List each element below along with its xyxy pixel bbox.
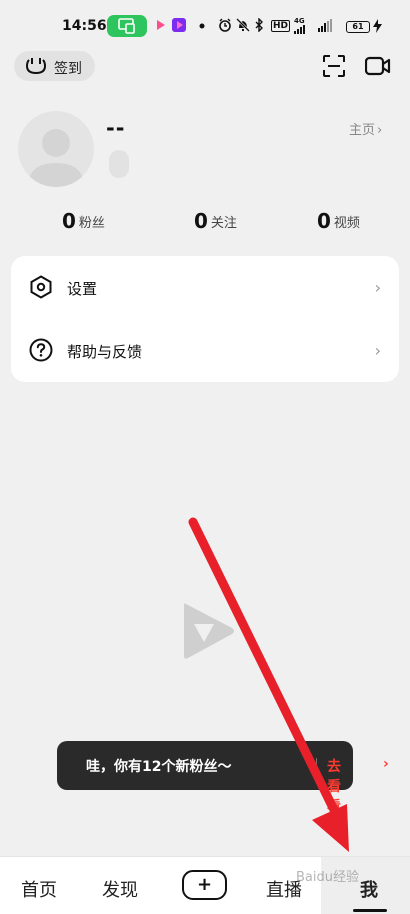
nav-me[interactable]: 我 — [360, 876, 378, 902]
new-followers-toast[interactable]: 哇，你有12个新粉丝～ 去看看 › — [57, 741, 389, 815]
stat-following[interactable]: 0 关注 — [194, 209, 237, 233]
app-notification-icon — [172, 18, 186, 32]
chevron-right-icon: › — [383, 756, 389, 772]
toast-action-link[interactable]: 去看看 — [327, 756, 353, 816]
signal-2-icon — [318, 19, 332, 32]
signin-icon — [25, 58, 47, 75]
screen-cast-indicator — [107, 15, 147, 37]
following-label: 关注 — [210, 215, 237, 231]
chevron-right-icon: › — [377, 123, 383, 138]
menu-card: 设置 › 帮助与反馈 › — [11, 256, 399, 382]
menu-item-settings[interactable]: 设置 › — [11, 256, 399, 319]
chevron-right-icon: › — [374, 341, 381, 360]
homepage-link[interactable]: 主页 › — [349, 119, 382, 138]
signal-icon — [294, 25, 305, 34]
scan-icon[interactable] — [322, 54, 346, 78]
bottom-nav: 首页 发现 + 直播 我 — [0, 856, 410, 914]
status-bar: 14:56 HD 4G 61 — [0, 0, 410, 40]
watermark: Baidu经验 — [296, 870, 359, 885]
network-type: 4G — [294, 17, 305, 25]
hd-badge: HD — [271, 20, 291, 32]
homepage-label: 主页 — [349, 123, 376, 138]
video-app-notification-icon — [157, 20, 165, 30]
stat-followers[interactable]: 0 粉丝 — [62, 209, 105, 233]
cast-icon — [118, 18, 135, 34]
play-placeholder-icon — [184, 603, 234, 659]
help-circle-icon — [29, 338, 53, 362]
followers-count: 0 — [62, 209, 76, 233]
notification-dot-icon — [199, 23, 205, 29]
username-placeholder — [109, 150, 129, 178]
video-camera-icon[interactable] — [365, 55, 391, 77]
following-count: 0 — [194, 209, 208, 233]
mute-bell-icon — [236, 18, 250, 32]
battery-indicator: 61 — [346, 21, 370, 33]
videos-label: 视频 — [333, 215, 360, 231]
default-avatar-icon — [28, 129, 84, 187]
username: -- — [106, 116, 126, 140]
stat-videos[interactable]: 0 视频 — [317, 209, 360, 233]
avatar[interactable] — [18, 111, 94, 187]
charging-icon — [373, 19, 382, 33]
followers-label: 粉丝 — [78, 215, 105, 231]
toast-divider — [316, 758, 317, 774]
help-label: 帮助与反馈 — [67, 343, 143, 361]
menu-item-help[interactable]: 帮助与反馈 › — [11, 319, 399, 382]
toast-message: 哇，你有12个新粉丝～ — [86, 759, 232, 775]
nav-discover[interactable]: 发现 — [102, 876, 138, 902]
hexagon-settings-icon — [30, 275, 52, 299]
signin-label: 签到 — [54, 61, 82, 77]
status-time: 14:56 — [62, 18, 107, 34]
signin-button[interactable]: 签到 — [14, 51, 95, 81]
nav-home[interactable]: 首页 — [21, 876, 57, 902]
alarm-icon — [219, 18, 231, 32]
settings-label: 设置 — [67, 280, 98, 298]
bluetooth-icon — [255, 18, 263, 32]
chevron-right-icon: › — [374, 278, 381, 297]
nav-active-underline — [353, 909, 387, 912]
nav-create-button[interactable]: + — [182, 870, 227, 900]
videos-count: 0 — [317, 209, 331, 233]
